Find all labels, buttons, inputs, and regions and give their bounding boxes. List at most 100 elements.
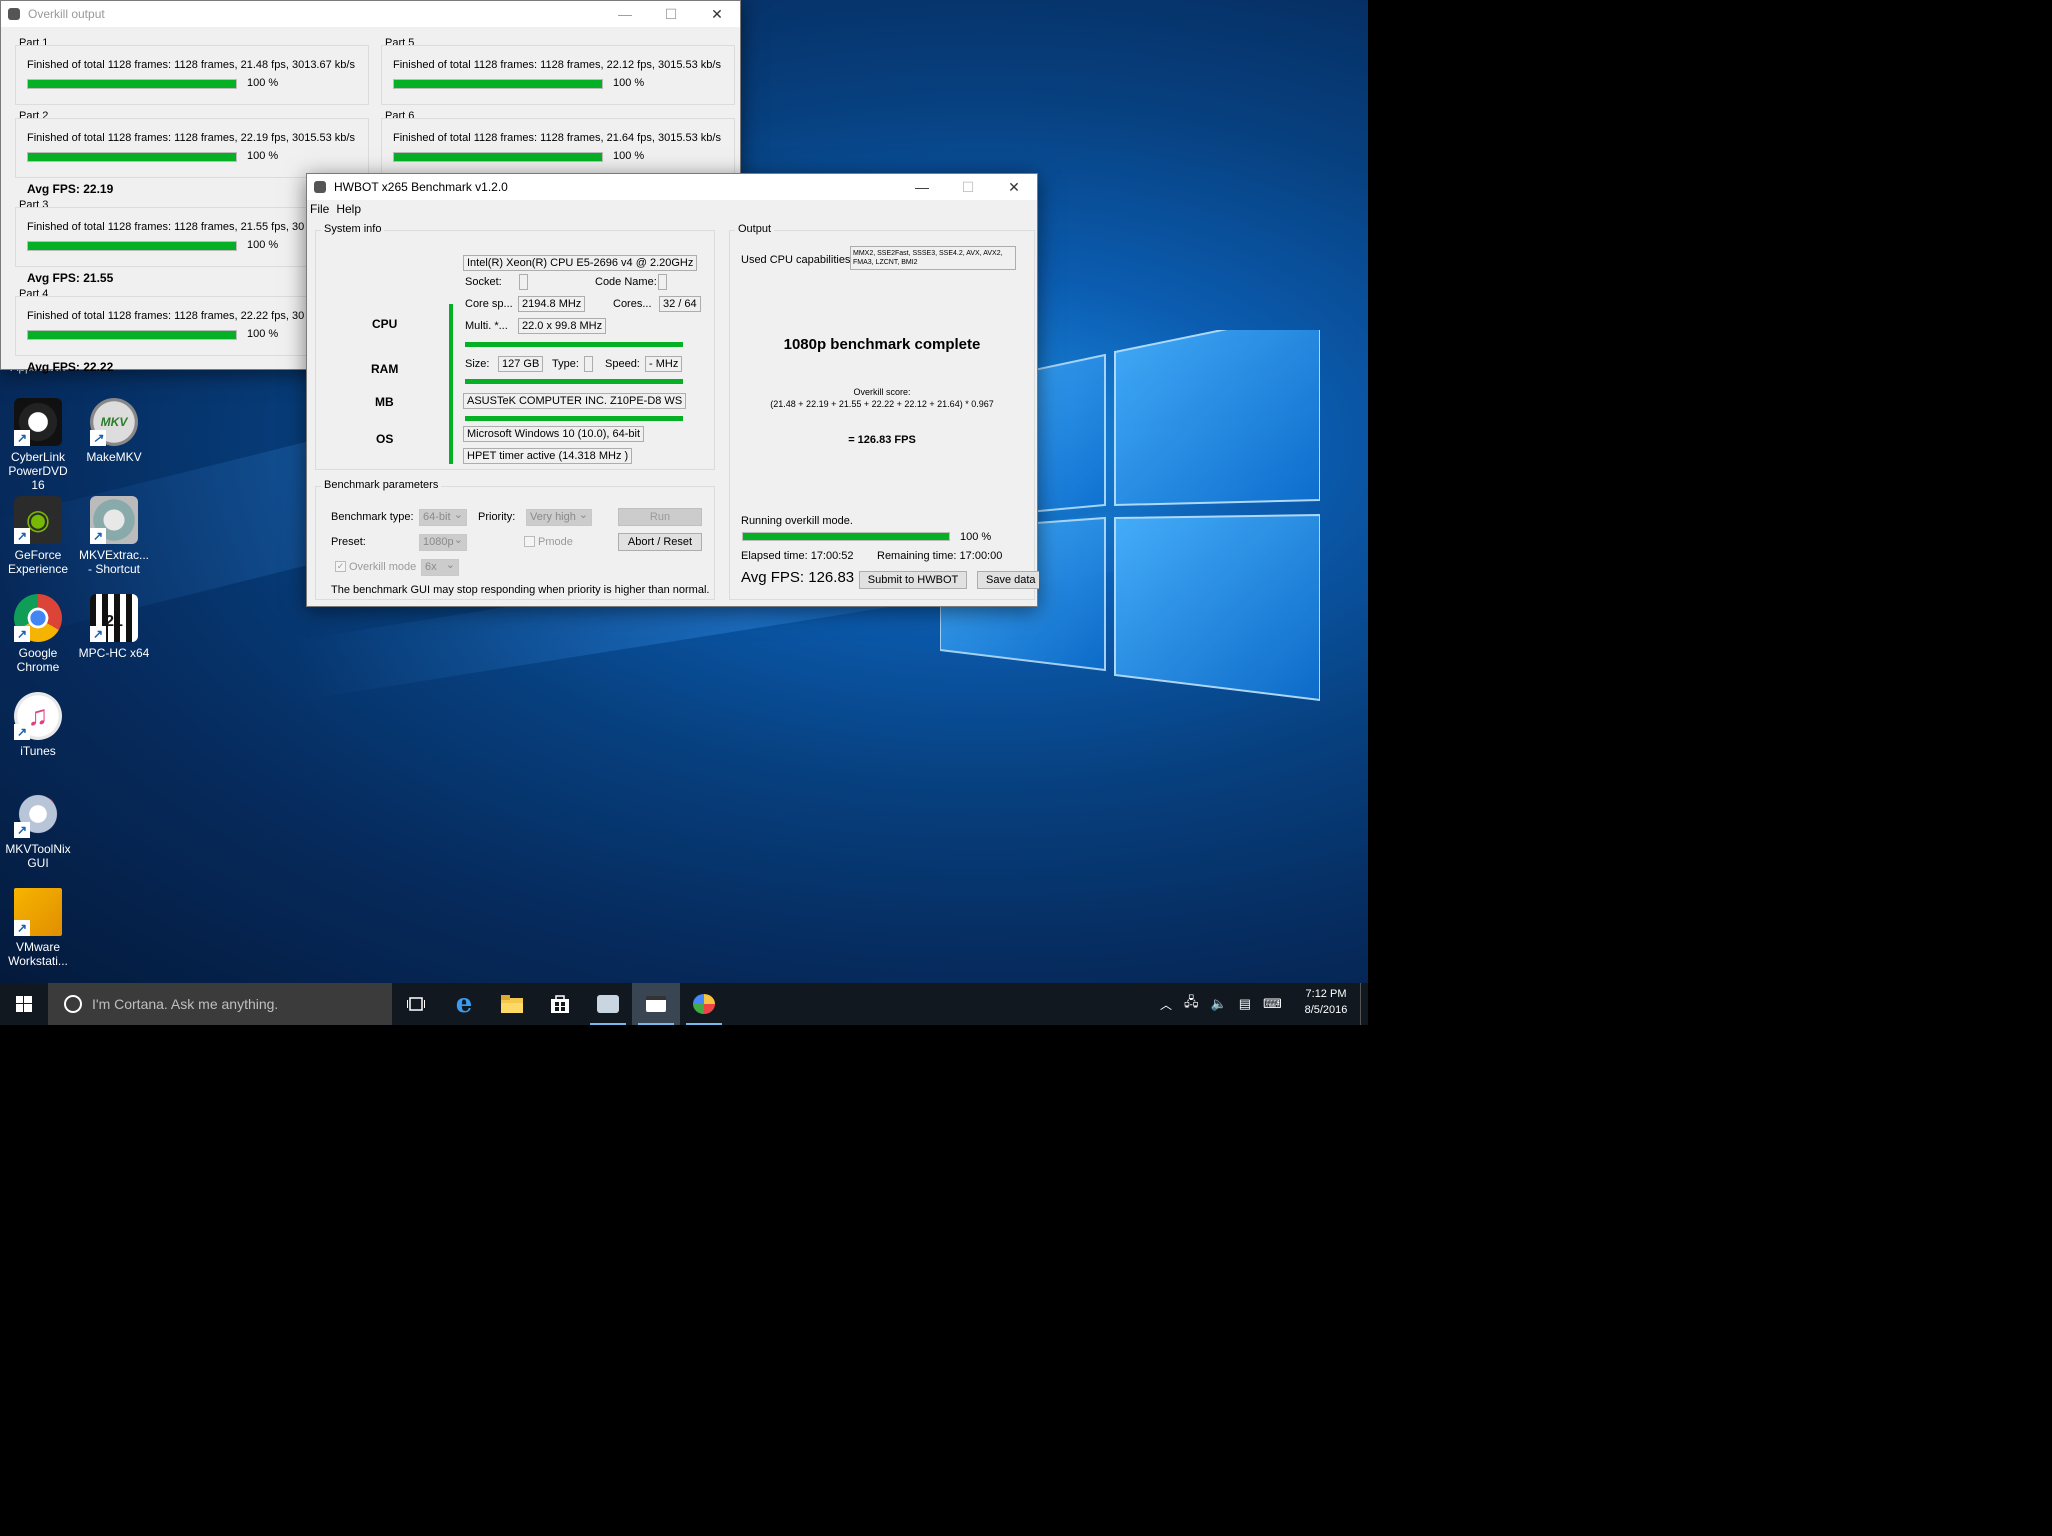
score-formula: (21.48 + 22.19 + 21.55 + 22.22 + 22.12 +… bbox=[770, 399, 994, 409]
taskbar-file-explorer[interactable] bbox=[488, 983, 536, 1025]
icon-label: Experience bbox=[7, 562, 69, 576]
speed-label: Speed: bbox=[605, 358, 640, 370]
overkill-percent: 100 % bbox=[960, 531, 992, 543]
volume-icon[interactable]: 🔈 bbox=[1211, 996, 1227, 1012]
minimize-button[interactable]: — bbox=[899, 174, 945, 200]
motherboard-field: ASUSTeK COMPUTER INC. Z10PE-D8 WS bbox=[463, 393, 687, 409]
priority-label: Priority: bbox=[478, 511, 516, 523]
taskbar-store[interactable] bbox=[536, 983, 584, 1025]
minimize-button[interactable]: — bbox=[602, 1, 648, 27]
close-button[interactable]: ✕ bbox=[991, 174, 1037, 200]
desktop-icon-vmware[interactable]: ↗ VMware Workstati... bbox=[0, 888, 76, 968]
part-percent: 100 % bbox=[247, 239, 279, 251]
cortana-search-box[interactable]: I'm Cortana. Ask me anything. bbox=[48, 983, 392, 1025]
overkill-score-label: Overkill score: bbox=[853, 387, 911, 397]
clock-time: 7:12 PM bbox=[1305, 988, 1347, 1000]
taskbar-app-1[interactable] bbox=[584, 983, 632, 1025]
socket-label: Socket: bbox=[465, 276, 502, 288]
os-field: Microsoft Windows 10 (10.0), 64-bit bbox=[463, 426, 645, 442]
desktop-icon-makemkv[interactable]: MKV ↗ MakeMKV bbox=[76, 398, 152, 464]
part-status: Finished of total 1128 frames: 1128 fram… bbox=[27, 221, 305, 233]
menu-help[interactable]: Help bbox=[336, 202, 361, 216]
icon-label: Workstati... bbox=[8, 954, 68, 968]
taskbar-edge[interactable]: e bbox=[440, 983, 488, 1025]
hwbot-benchmark-window: HWBOT x265 Benchmark v1.2.0 — ☐ ✕ File H… bbox=[306, 173, 1039, 607]
show-hidden-icons-chevron-icon[interactable]: ︿ bbox=[1160, 996, 1172, 1013]
overkill-select[interactable]: 6x bbox=[421, 558, 459, 576]
score-result: = 126.83 FPS bbox=[848, 434, 916, 446]
taskbar-clock[interactable]: 7:12 PM 8/5/2016 bbox=[1296, 986, 1356, 1018]
abort-reset-button[interactable]: Abort / Reset bbox=[618, 533, 702, 551]
cpu-capabilities-field: MMX2, SSE2Fast, SSSE3, SSE4.2, AVX, AVX2… bbox=[850, 246, 1016, 270]
cores-field: 32 / 64 bbox=[659, 296, 701, 312]
part-status: Finished of total 1128 frames: 1128 fram… bbox=[393, 59, 721, 71]
os-header: OS bbox=[376, 432, 394, 446]
menu-file[interactable]: File bbox=[310, 202, 329, 216]
cpu-capabilities-label: Used CPU capabilities: bbox=[741, 254, 854, 266]
multi-label: Multi. *... bbox=[465, 320, 508, 332]
mb-divider-bar bbox=[465, 416, 683, 421]
show-desktop-button[interactable] bbox=[1360, 983, 1368, 1025]
action-center-icon[interactable]: ▤ bbox=[1239, 996, 1251, 1012]
pmode-checkbox[interactable] bbox=[524, 536, 535, 547]
run-button[interactable]: Run bbox=[618, 508, 702, 526]
maximize-button[interactable]: ☐ bbox=[945, 174, 991, 200]
avg-fps: Avg FPS: 126.83 bbox=[741, 569, 855, 586]
group-label: System info bbox=[321, 223, 385, 235]
part-percent: 100 % bbox=[613, 77, 645, 89]
mb-header: MB bbox=[375, 395, 394, 409]
desktop-icon-itunes[interactable]: ♫ ↗ iTunes bbox=[0, 692, 76, 758]
preset-select[interactable]: 1080p bbox=[419, 533, 467, 551]
keyboard-icon[interactable]: ⌨ bbox=[1263, 996, 1282, 1012]
remaining-time: Remaining time: 17:00:00 bbox=[877, 550, 1003, 562]
network-icon[interactable]: 🖧 bbox=[1184, 993, 1199, 1015]
icon-label: PowerDVD 16 bbox=[8, 464, 68, 492]
priority-select[interactable]: Very high bbox=[526, 508, 592, 526]
overkill-mode-checkbox[interactable]: ✓ bbox=[335, 561, 346, 572]
taskbar-hwbot[interactable] bbox=[632, 983, 680, 1025]
overkill-progress-bar bbox=[742, 532, 950, 541]
benchmark-type-select[interactable]: 64-bit bbox=[419, 508, 467, 526]
icon-label: - Shortcut bbox=[87, 562, 141, 576]
desktop-icon-cyberlink-powerdvd[interactable]: ↗ CyberLink PowerDVD 16 bbox=[0, 398, 76, 492]
preset-label: Preset: bbox=[331, 536, 366, 548]
overkill-titlebar[interactable]: Overkill output — ☐ ✕ bbox=[1, 1, 740, 27]
screen: Applicati... ↗ CyberLink PowerDVD 16 MKV… bbox=[0, 0, 1368, 1025]
submit-to-hwbot-button[interactable]: Submit to HWBOT bbox=[859, 571, 967, 589]
save-data-button[interactable]: Save data t bbox=[977, 571, 1039, 589]
start-button[interactable] bbox=[0, 983, 48, 1025]
desktop-icon-mpc-hc[interactable]: 21 ↗ MPC-HC x64 bbox=[76, 594, 152, 660]
desktop-icon-google-chrome[interactable]: ↗ Google Chrome bbox=[0, 594, 76, 674]
desktop-icon-geforce-experience[interactable]: ◉ ↗ GeForce Experience bbox=[0, 496, 76, 576]
pmode-label: Pmode bbox=[538, 536, 573, 548]
maximize-button[interactable]: ☐ bbox=[648, 1, 694, 27]
part-status: Finished of total 1128 frames: 1128 fram… bbox=[27, 132, 355, 144]
output-group: Output bbox=[729, 223, 1035, 600]
powerdvd-icon: ↗ bbox=[14, 398, 62, 446]
part-avg-fps: Avg FPS: 22.22 bbox=[27, 360, 114, 374]
part-progress-bar bbox=[393, 79, 603, 89]
hwbot-titlebar[interactable]: HWBOT x265 Benchmark v1.2.0 — ☐ ✕ bbox=[307, 174, 1037, 200]
benchmark-type-label: Benchmark type: bbox=[331, 511, 414, 523]
makemkv-icon: MKV ↗ bbox=[90, 398, 138, 446]
task-view-button[interactable] bbox=[392, 983, 440, 1025]
size-label: Size: bbox=[465, 358, 490, 370]
part-status: Finished of total 1128 frames: 1128 fram… bbox=[27, 310, 305, 322]
window-title: HWBOT x265 Benchmark v1.2.0 bbox=[334, 180, 508, 194]
core-speed-field: 2194.8 MHz bbox=[518, 296, 586, 312]
cores-label: Cores... bbox=[613, 298, 652, 310]
part-progress-bar bbox=[27, 330, 237, 340]
core-speed-label: Core sp... bbox=[465, 298, 513, 310]
folder-icon bbox=[501, 995, 523, 1013]
close-button[interactable]: ✕ bbox=[694, 1, 740, 27]
part-progress-bar bbox=[27, 79, 237, 89]
app-icon bbox=[8, 8, 20, 20]
cpu-divider-bar bbox=[465, 342, 683, 347]
desktop-icon-mkvextract[interactable]: ↗ MKVExtrac... - Shortcut bbox=[76, 496, 152, 576]
taskbar-app-3[interactable] bbox=[680, 983, 728, 1025]
icon-label: Google bbox=[18, 646, 58, 660]
multi-field: 22.0 x 99.8 MHz bbox=[518, 318, 607, 334]
part-avg-fps: Avg FPS: 21.55 bbox=[27, 271, 114, 285]
desktop-icon-mkvtoolnix[interactable]: ↗ MKVToolNix GUI bbox=[0, 790, 76, 870]
overkill-mode-label: Overkill mode bbox=[349, 561, 417, 573]
